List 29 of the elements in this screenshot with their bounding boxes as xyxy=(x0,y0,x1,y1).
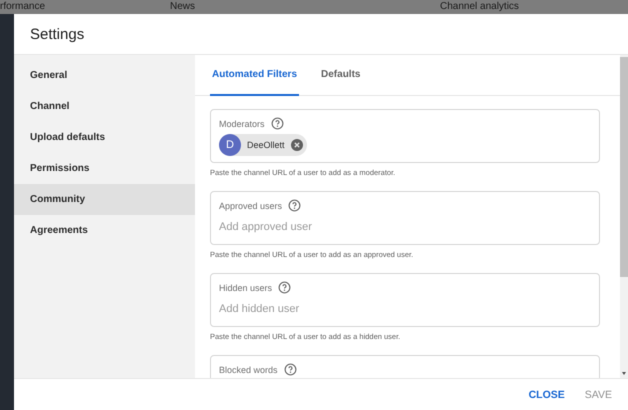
field-label: Blocked words xyxy=(219,364,278,374)
help-icon[interactable] xyxy=(288,199,302,212)
backdrop-tab[interactable]: News xyxy=(170,0,440,13)
sidebar-item[interactable]: Channel xyxy=(14,91,195,122)
field-label: Approved users xyxy=(219,200,282,210)
avatar: D xyxy=(219,134,241,156)
tab[interactable]: Defaults xyxy=(319,55,362,96)
remove-icon[interactable] xyxy=(290,139,303,151)
help-icon[interactable] xyxy=(278,281,292,294)
field-label: Hidden users xyxy=(219,282,272,292)
help-icon[interactable] xyxy=(284,363,297,376)
sidebar-item[interactable]: General xyxy=(14,60,195,91)
input-field[interactable]: Add hidden user xyxy=(219,303,591,315)
scroll-down-icon[interactable] xyxy=(622,372,626,375)
sidebar-item[interactable]: Permissions xyxy=(14,153,195,184)
user-chip[interactable]: D DeeOllett xyxy=(219,134,307,156)
dialog-title: Settings xyxy=(30,26,84,42)
field-label: Moderators xyxy=(219,118,265,128)
scrollbar-thumb[interactable] xyxy=(620,57,628,277)
close-button[interactable]: CLOSE xyxy=(520,384,573,404)
sidebar-item[interactable]: Community xyxy=(14,184,195,215)
input-field[interactable]: Add approved user xyxy=(219,221,591,233)
backdrop-tab[interactable]: rformance xyxy=(0,0,170,13)
backdrop-tab[interactable]: Channel analytics xyxy=(440,0,628,13)
help-icon[interactable] xyxy=(270,117,284,130)
sidebar-item[interactable]: Upload defaults xyxy=(14,122,195,153)
sidebar-item[interactable]: Agreements xyxy=(14,215,195,246)
scrollbar[interactable] xyxy=(620,55,628,378)
tab[interactable]: Automated Filters xyxy=(210,55,300,96)
